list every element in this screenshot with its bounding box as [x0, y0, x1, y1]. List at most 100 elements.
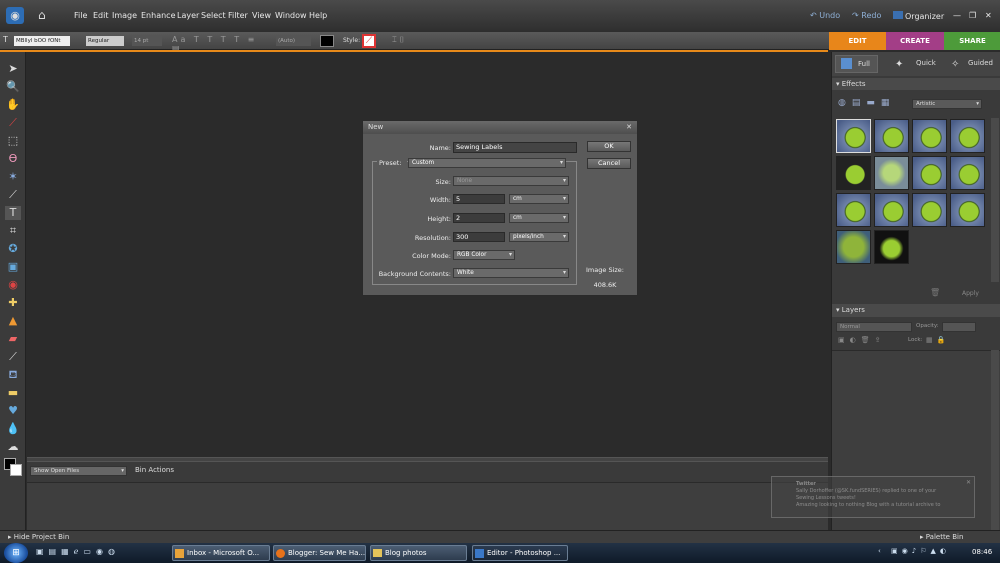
- red-eye-tool-icon[interactable]: ◉: [5, 278, 21, 292]
- font-family-select[interactable]: MBllyl bOO fONt: [14, 36, 70, 46]
- size-select[interactable]: None: [453, 176, 569, 186]
- dialog-title-bar[interactable]: New ✕: [363, 121, 637, 134]
- font-style-select[interactable]: Regular: [86, 36, 124, 46]
- menu-file[interactable]: File: [74, 11, 87, 20]
- notification-close-icon[interactable]: ✕: [966, 479, 971, 486]
- type-tool-icon[interactable]: T: [5, 206, 21, 220]
- effects-type-icons[interactable]: ◍▤▬▦: [838, 98, 908, 110]
- font-size-select[interactable]: 14 pt: [132, 36, 162, 46]
- tab-share[interactable]: SHARE: [944, 32, 1000, 50]
- recompose-tool-icon[interactable]: ▣: [5, 260, 21, 274]
- menu-edit[interactable]: Edit: [93, 11, 109, 20]
- effects-header[interactable]: ▾ Effects: [832, 78, 1000, 90]
- brush-tool-icon[interactable]: ⟋: [5, 350, 21, 364]
- background-color-swatch[interactable]: [10, 464, 22, 476]
- organizer-button[interactable]: Organizer: [893, 11, 944, 21]
- effects-category-select[interactable]: Artistic ▾: [912, 99, 982, 109]
- leading-select[interactable]: (Auto): [276, 36, 311, 46]
- move-tool-icon[interactable]: ➤: [5, 62, 21, 76]
- width-input[interactable]: 5: [453, 194, 505, 204]
- eyedropper-tool-icon[interactable]: ⟋: [5, 116, 21, 130]
- effect-thumb[interactable]: [874, 230, 909, 264]
- warp-text-icon[interactable]: ⌶ ⌷: [392, 35, 416, 47]
- taskbar-item-blog-photos[interactable]: Blog photos: [370, 545, 467, 561]
- palette-bin-button[interactable]: ▸ Palette Bin: [920, 533, 963, 541]
- apply-button[interactable]: Apply: [962, 290, 979, 297]
- dialog-close-icon[interactable]: ✕: [626, 121, 632, 134]
- effect-thumb[interactable]: [874, 119, 909, 153]
- menu-image[interactable]: Image: [112, 11, 137, 20]
- tab-create[interactable]: CREATE: [886, 32, 944, 50]
- cancel-button[interactable]: Cancel: [587, 158, 631, 169]
- shape-tool-icon[interactable]: ♥: [5, 404, 21, 418]
- layer-action-icons[interactable]: ▣◐🗑⇪: [838, 336, 898, 346]
- effect-thumb[interactable]: [836, 156, 871, 190]
- marquee-tool-icon[interactable]: ⬚: [5, 134, 21, 148]
- show-open-files-select[interactable]: Show Open Files ▾: [30, 466, 127, 476]
- effect-thumb[interactable]: [836, 193, 871, 227]
- text-color-swatch[interactable]: [320, 35, 334, 47]
- height-input[interactable]: 2: [453, 213, 505, 223]
- taskbar-item-photoshop[interactable]: Editor - Photoshop ...: [472, 545, 568, 561]
- ok-button[interactable]: OK: [587, 141, 631, 152]
- mode-full-tab[interactable]: Full: [835, 55, 878, 73]
- gradient-tool-icon[interactable]: ▬: [5, 386, 21, 400]
- notification-popup[interactable]: Twitter Sally Dorhoffer (@SK.fundSERIES)…: [771, 476, 975, 518]
- menu-help[interactable]: Help: [309, 11, 327, 20]
- effect-thumb[interactable]: [912, 119, 947, 153]
- quick-launch-icons[interactable]: ▣▤▦ℯ▭◉◍: [36, 547, 166, 559]
- taskbar-item-blogger[interactable]: Blogger: Sew Me Ha...: [273, 545, 366, 561]
- zoom-tool-icon[interactable]: 🔍: [5, 80, 21, 94]
- opacity-input[interactable]: [942, 322, 976, 332]
- tray-icons[interactable]: ‹ ▣◉♪⚐▲◐: [878, 547, 968, 559]
- text-style-icons[interactable]: Aa T T T T ≡ ▤: [172, 35, 272, 53]
- lock-icons[interactable]: ▦🔒: [926, 336, 949, 344]
- hide-project-bin-button[interactable]: ▸ Hide Project Bin: [8, 533, 69, 541]
- taskbar-item-inbox[interactable]: Inbox - Microsoft O...: [172, 545, 270, 561]
- effect-thumb[interactable]: [950, 119, 985, 153]
- mode-guided-tab[interactable]: ✧ Guided: [946, 55, 1000, 73]
- undo-button[interactable]: ↶ Undo: [810, 11, 840, 20]
- start-button[interactable]: ⊞: [4, 543, 28, 563]
- resolution-unit-select[interactable]: pixels/inch: [509, 232, 569, 242]
- menu-layer[interactable]: Layer: [177, 11, 199, 20]
- effect-thumb[interactable]: [836, 119, 871, 153]
- minimize-button[interactable]: —: [953, 11, 961, 20]
- lasso-tool-icon[interactable]: ϴ: [5, 152, 21, 166]
- effect-thumb[interactable]: [874, 193, 909, 227]
- background-contents-select[interactable]: White: [453, 268, 569, 278]
- redo-button[interactable]: ↷ Redo: [852, 11, 881, 20]
- hand-tool-icon[interactable]: ✋: [5, 98, 21, 112]
- crop-tool-icon[interactable]: ⌗: [5, 224, 21, 238]
- menu-filter[interactable]: Filter: [228, 11, 248, 20]
- height-unit-select[interactable]: cm: [509, 213, 569, 223]
- effect-thumb[interactable]: [950, 193, 985, 227]
- blur-tool-icon[interactable]: 💧: [5, 422, 21, 436]
- width-unit-select[interactable]: cm: [509, 194, 569, 204]
- clone-stamp-tool-icon[interactable]: ▲: [5, 314, 21, 328]
- effect-thumb[interactable]: [874, 156, 909, 190]
- mode-quick-tab[interactable]: ✦ Quick: [890, 55, 940, 73]
- menu-select[interactable]: Select: [201, 11, 226, 20]
- layers-scrollbar[interactable]: [991, 350, 999, 530]
- sponge-tool-icon[interactable]: ☁: [5, 440, 21, 454]
- effect-thumb[interactable]: [950, 156, 985, 190]
- blend-mode-select[interactable]: Normal: [836, 322, 912, 332]
- menu-window[interactable]: Window: [275, 11, 307, 20]
- tab-edit[interactable]: EDIT: [829, 32, 886, 50]
- quick-selection-tool-icon[interactable]: ⟋: [5, 188, 21, 202]
- restore-button[interactable]: ❐: [969, 11, 976, 20]
- resolution-input[interactable]: 300: [453, 232, 505, 242]
- close-window-button[interactable]: ✕: [985, 11, 992, 20]
- trash-icon[interactable]: 🗑: [930, 288, 940, 297]
- layers-header[interactable]: ▾ Layers: [832, 304, 1000, 317]
- magic-wand-tool-icon[interactable]: ✶: [5, 170, 21, 184]
- style-none-swatch[interactable]: ⟋: [362, 34, 376, 48]
- eraser-tool-icon[interactable]: ▰: [5, 332, 21, 346]
- cookie-cutter-tool-icon[interactable]: ✪: [5, 242, 21, 256]
- menu-view[interactable]: View: [252, 11, 271, 20]
- color-mode-select[interactable]: RGB Color: [453, 250, 515, 260]
- effect-thumb[interactable]: [836, 230, 871, 264]
- bin-actions-menu[interactable]: Bin Actions: [135, 466, 174, 474]
- home-icon[interactable]: ⌂: [38, 8, 54, 22]
